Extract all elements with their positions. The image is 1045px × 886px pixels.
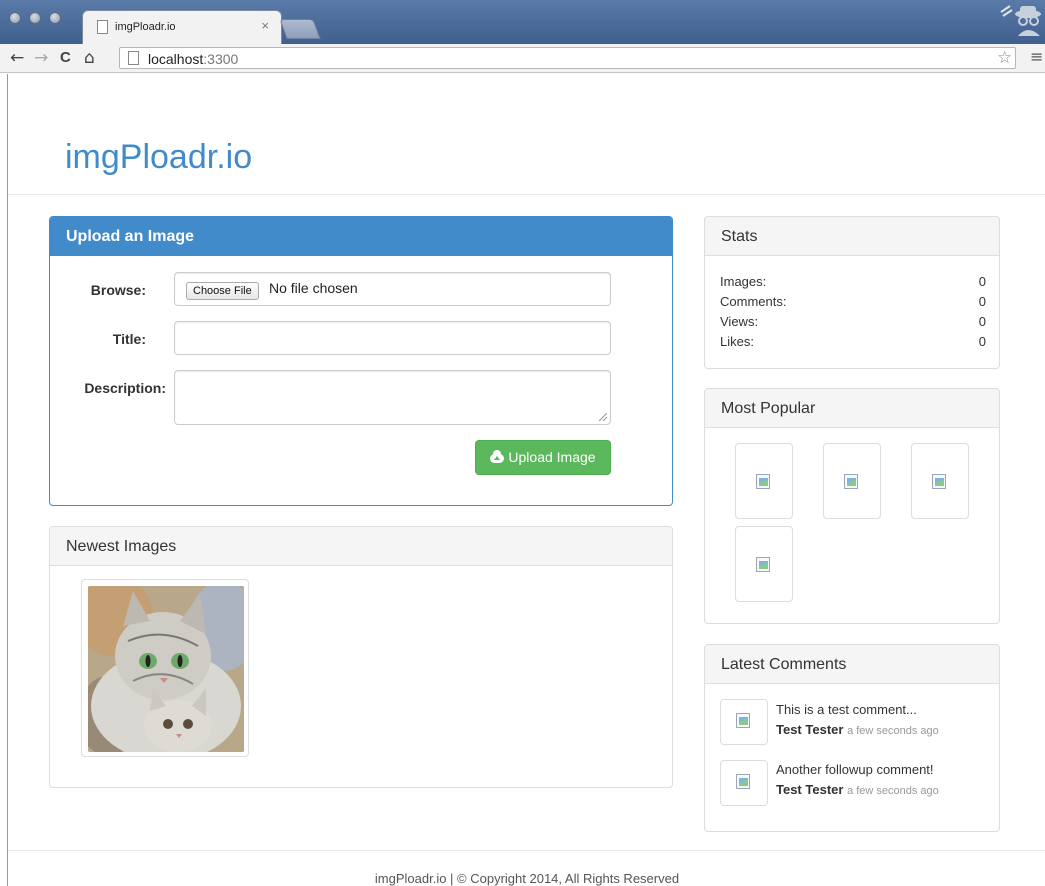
address-bar[interactable]: localhost:3300 <box>119 47 1016 69</box>
stat-row-likes: Likes: 0 <box>720 334 986 354</box>
back-icon[interactable]: ← <box>10 47 24 69</box>
choose-file-button[interactable]: Choose File <box>186 282 259 300</box>
comment-thumbnail[interactable] <box>720 760 768 806</box>
latest-comments-heading: Latest Comments <box>705 645 999 684</box>
browse-label: Browse: <box>90 282 146 298</box>
newest-image-thumbnail[interactable] <box>81 579 249 757</box>
file-input[interactable]: Choose File No file chosen <box>174 272 611 306</box>
page-icon <box>97 20 108 34</box>
broken-image-icon <box>736 713 750 728</box>
comment-text: This is a test comment... <box>776 702 917 717</box>
stats-panel: Stats Images: 0 Comments: 0 Views: 0 Lik… <box>704 216 1000 369</box>
stat-row-images: Images: 0 <box>720 274 986 294</box>
minimize-window-button[interactable] <box>29 12 41 24</box>
popular-thumbnail[interactable] <box>735 526 793 602</box>
stat-value: 0 <box>978 334 986 349</box>
incognito-icon <box>1000 5 1041 36</box>
tab-title: imgPloadr.io <box>115 21 176 33</box>
new-tab-button[interactable] <box>279 19 321 39</box>
stat-row-views: Views: 0 <box>720 314 986 334</box>
site-brand[interactable]: imgPloadr.io <box>65 138 252 177</box>
header-divider <box>8 194 1045 195</box>
comment-meta: Test Tester a few seconds ago <box>776 782 939 797</box>
stat-label: Likes: <box>720 334 754 349</box>
cloud-upload-icon <box>490 450 505 463</box>
latest-comments-panel: Latest Comments This is a test comment..… <box>704 644 1000 832</box>
close-window-button[interactable] <box>9 12 21 24</box>
comment-author: Test Tester <box>776 782 844 797</box>
broken-image-icon <box>932 474 946 489</box>
comment-time: a few seconds ago <box>847 785 939 797</box>
tab-close-icon[interactable]: × <box>261 19 269 32</box>
browser-menu-icon[interactable]: ≡ <box>1030 49 1043 65</box>
browser-toolbar: ← → C ⌂ localhost:3300 ☆ ≡ <box>0 44 1045 73</box>
bookmark-star-icon[interactable]: ☆ <box>997 49 1012 66</box>
forward-icon[interactable]: → <box>34 47 48 69</box>
description-textarea[interactable] <box>174 370 611 425</box>
newest-images-panel: Newest Images <box>49 526 673 788</box>
stat-label: Views: <box>720 314 759 329</box>
description-label: Description: <box>84 380 166 396</box>
upload-button-label: Upload Image <box>508 449 596 465</box>
url-text: localhost:3300 <box>148 51 239 67</box>
stats-heading: Stats <box>705 217 999 256</box>
browser-titlebar: imgPloadr.io × <box>0 0 1045 44</box>
title-input[interactable] <box>174 321 611 355</box>
comment-time: a few seconds ago <box>847 725 939 737</box>
broken-image-icon <box>756 474 770 489</box>
page-viewport: imgPloadr.io Upload an Image Browse: Cho… <box>7 74 1045 886</box>
comment-meta: Test Tester a few seconds ago <box>776 722 939 737</box>
stat-label: Comments: <box>720 294 787 309</box>
broken-image-icon <box>756 557 770 572</box>
comment-author: Test Tester <box>776 722 844 737</box>
resize-grip-icon[interactable] <box>599 413 607 421</box>
title-label: Title: <box>112 331 146 347</box>
file-status: No file chosen <box>269 280 358 296</box>
most-popular-panel: Most Popular <box>704 388 1000 624</box>
popular-thumbnail[interactable] <box>823 443 881 519</box>
stat-row-comments: Comments: 0 <box>720 294 986 314</box>
upload-panel-heading: Upload an Image <box>50 217 672 256</box>
stat-value: 0 <box>978 314 986 329</box>
reload-icon[interactable]: C <box>60 47 71 69</box>
broken-image-icon <box>736 774 750 789</box>
stat-label: Images: <box>720 274 767 289</box>
footer-divider <box>8 850 1045 851</box>
most-popular-heading: Most Popular <box>705 389 999 428</box>
upload-image-button[interactable]: Upload Image <box>475 440 611 475</box>
broken-image-icon <box>844 474 858 489</box>
popular-thumbnail[interactable] <box>911 443 969 519</box>
footer-text: imgPloadr.io | © Copyright 2014, All Rig… <box>374 871 680 886</box>
stat-value: 0 <box>978 294 986 309</box>
popular-thumbnail[interactable] <box>735 443 793 519</box>
maximize-window-button[interactable] <box>49 12 61 24</box>
comment-text: Another followup comment! <box>776 762 934 777</box>
page-icon <box>128 51 139 65</box>
newest-images-heading: Newest Images <box>50 527 672 566</box>
browser-tab[interactable]: imgPloadr.io × <box>82 10 282 44</box>
home-icon[interactable]: ⌂ <box>84 47 95 69</box>
stat-value: 0 <box>978 274 986 289</box>
upload-panel: Upload an Image Browse: Choose File No f… <box>49 216 673 506</box>
cat-photo <box>88 586 244 752</box>
comment-thumbnail[interactable] <box>720 699 768 745</box>
